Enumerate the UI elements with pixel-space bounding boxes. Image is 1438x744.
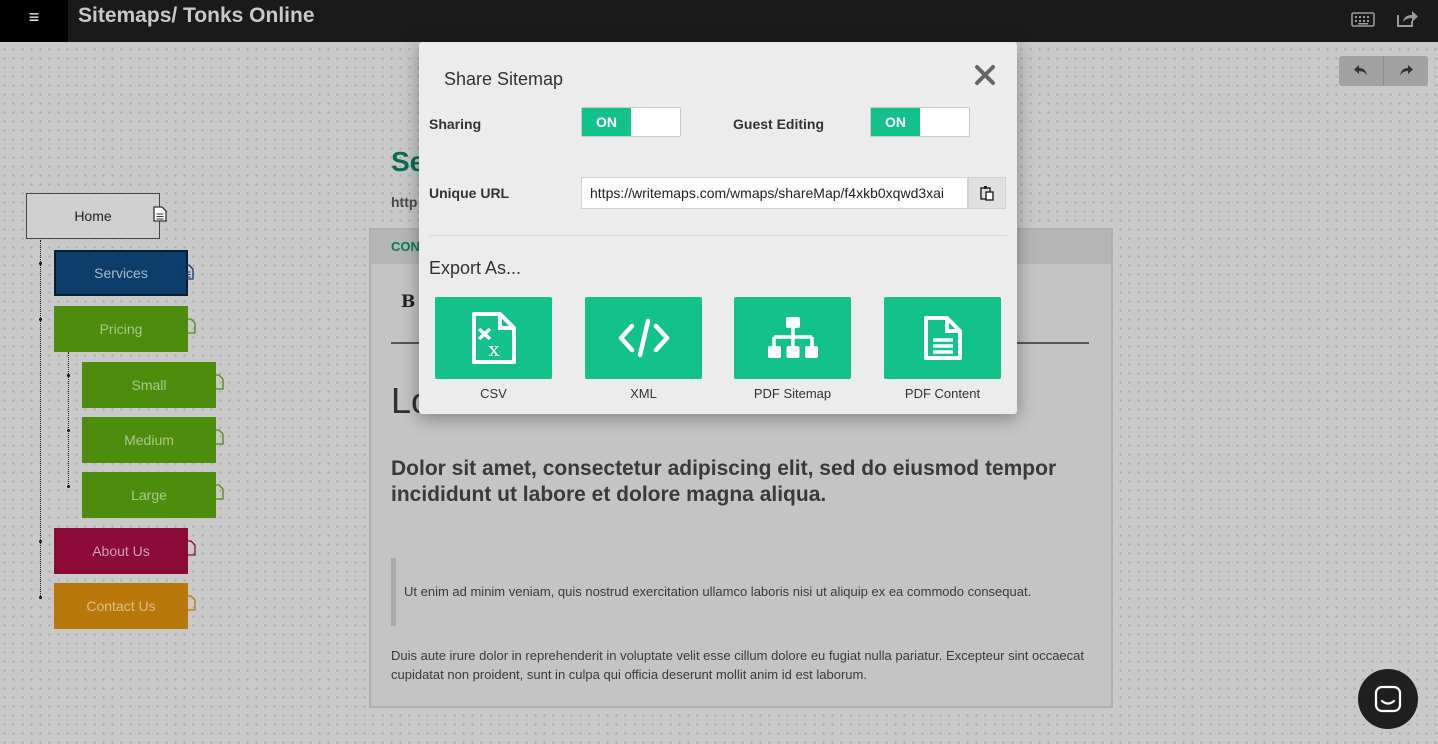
page-doc-icon[interactable] [153,206,167,222]
sitemap-node-large[interactable]: Large [82,472,224,518]
content-blockquote: Ut enim ad minim veniam, quis nostrud ex… [391,558,1081,626]
export-pdf-sitemap-label: PDF Sitemap [753,386,832,401]
sitemap-node-contact-us[interactable]: Contact Us [54,583,196,629]
node-label: Small [131,377,167,393]
svg-text:x: x [488,337,500,361]
top-bar: ≡ Sitemaps/ Tonks Online [0,0,1438,42]
node-label: Home [74,208,112,224]
node-label: Large [131,487,167,503]
undo-redo-group [1339,56,1428,86]
unique-url-label: Unique URL [429,185,510,201]
tree-node-dot [39,318,42,321]
export-title: Export As... [429,258,522,278]
node-label: About Us [92,543,150,559]
sitemap-node-services[interactable]: Services [54,250,194,296]
document-icon [923,316,962,360]
node-label: Pricing [99,321,143,337]
csv-file-icon: x [471,312,516,364]
code-icon [618,318,669,358]
share-icon[interactable] [1395,9,1419,29]
sitemap-node-about-us[interactable]: About Us [54,528,196,574]
sitemap-node-medium[interactable]: Medium [82,417,224,463]
chat-icon [1374,685,1402,713]
node-label: Contact Us [86,598,156,614]
export-xml-label: XML [630,386,657,401]
sitemap-node-home[interactable]: Home [26,193,167,239]
toggle-on-state: ON [582,108,631,136]
page-url: http [391,194,418,210]
export-pdf-content-button[interactable] [884,297,1001,379]
tree-node-dot [39,596,42,599]
page-doc-icon[interactable] [182,318,196,334]
guest-editing-label: Guest Editing [733,116,824,132]
sharing-label: Sharing [429,116,482,132]
tree-connector [40,240,41,598]
content-paragraph: Duis aute irure dolor in reprehenderit i… [391,648,1084,682]
page-doc-icon[interactable] [210,374,224,390]
sitemap-node-pricing[interactable]: Pricing [54,306,196,352]
toggle-on-state: ON [871,108,920,136]
page-doc-icon[interactable] [182,540,196,556]
undo-icon [1354,65,1367,76]
bold-format-button[interactable]: B [401,292,415,312]
tree-node-dot [67,429,70,432]
clipboard-icon [980,186,994,201]
app-title: Sitemaps/ Tonks Online [78,4,315,27]
guest-editing-toggle[interactable]: ON [870,107,970,137]
sitemap-node-small[interactable]: Small [82,362,224,408]
redo-icon [1399,65,1413,76]
export-pdf-sitemap-button[interactable] [734,297,851,379]
menu-button[interactable]: ≡ [0,0,68,42]
tree-node-dot [39,262,42,265]
node-label: Medium [124,432,174,448]
export-pdf-content-label: PDF Content [904,386,981,401]
sharing-toggle[interactable]: ON [581,107,681,137]
dialog-title: Share Sitemap [444,69,564,89]
page-doc-icon[interactable] [210,429,224,445]
sitemap-icon [767,317,818,358]
tree-node-dot [67,374,70,377]
chat-launcher-button[interactable] [1358,669,1418,729]
keyboard-icon[interactable] [1351,9,1375,29]
page-doc-icon[interactable] [210,484,224,500]
tree-node-dot [67,485,70,488]
redo-button[interactable] [1383,56,1427,86]
undo-button[interactable] [1339,56,1383,86]
export-csv-button[interactable]: x [435,297,552,379]
share-sitemap-dialog: Share Sitemap Sharing ON Guest Editing O… [419,42,1017,414]
copy-url-button[interactable] [968,177,1006,209]
tree-node-dot [39,540,42,543]
tree-connector [68,352,69,488]
export-xml-button[interactable] [585,297,702,379]
node-label: Services [94,265,148,281]
unique-url-input[interactable] [581,177,968,209]
page-doc-icon[interactable] [182,595,196,611]
dialog-divider [429,235,1007,236]
close-icon[interactable] [974,64,996,86]
content-subheading: Dolor sit amet, consectetur adipiscing e… [391,457,1057,506]
export-csv-label: CSV [480,386,507,401]
page-doc-icon[interactable] [180,264,194,280]
